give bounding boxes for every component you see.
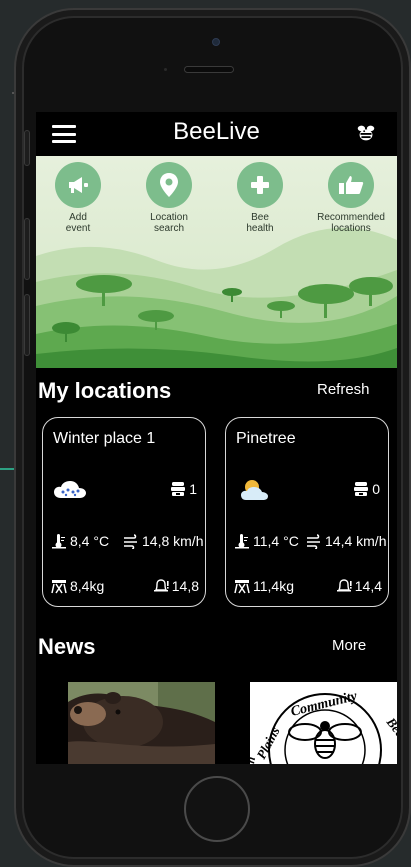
news-heading: News [38, 634, 96, 659]
proximity-sensor [164, 68, 167, 71]
app-screen: BeeLive Add event Location search Bee he… [36, 112, 397, 764]
more-news-button[interactable]: More [332, 637, 366, 654]
quick-action-label: Add event [65, 212, 91, 234]
location-card[interactable]: Pinetree 0 11,4 °C 14,4 km/h 11,4kg 14,4 [225, 417, 389, 607]
alert-reading: 14,4 [336, 578, 382, 594]
alert-reading: 14,8 [153, 578, 199, 594]
weight-reading: 11,4kg [234, 578, 294, 594]
thermometer-icon [235, 534, 249, 549]
location-name: Pinetree [236, 430, 296, 447]
bear-photo [68, 682, 215, 764]
front-camera [212, 38, 220, 46]
location-name: Winter place 1 [53, 430, 156, 447]
quick-action-location-search[interactable]: Location search [129, 162, 209, 234]
hive-count: 1 [170, 481, 197, 497]
earpiece-speaker [184, 66, 234, 73]
snow-cloud-icon [54, 481, 86, 498]
thumbs-up-icon [328, 162, 374, 208]
hive-count: 0 [353, 481, 380, 497]
quick-action-add-event[interactable]: Add event [38, 162, 118, 234]
scale-icon [51, 580, 67, 594]
plus-icon [237, 162, 283, 208]
hero-banner: Add event Location search Bee health Rec… [36, 156, 397, 368]
bell-alert-icon [336, 579, 352, 592]
volume-down-button [24, 294, 30, 356]
hive-icon [354, 482, 369, 496]
news-item-bear-photo[interactable] [68, 682, 215, 764]
refresh-button[interactable]: Refresh [317, 381, 370, 398]
wind-reading: 14,8 km/h [123, 533, 203, 549]
volume-up-button [24, 218, 30, 280]
hive-icon [171, 482, 186, 496]
weight-reading: 8,4kg [51, 578, 104, 594]
mute-switch [24, 130, 30, 166]
quick-action-label: Location search [150, 212, 188, 234]
quick-action-label: Recommended locations [317, 212, 385, 234]
wind-reading: 14,4 km/h [306, 533, 386, 549]
community-beekeepers-logo: Community Beekeep Plains h [250, 682, 397, 764]
news-item-community-beekeepers[interactable]: Community Beekeep Plains h [250, 682, 397, 764]
my-locations-heading: My locations [38, 378, 172, 403]
quick-action-recommended-locations[interactable]: Recommended locations [311, 162, 391, 234]
temperature-reading: 11,4 °C [234, 533, 299, 549]
wind-icon [307, 534, 320, 549]
megaphone-icon [55, 162, 101, 208]
bell-alert-icon [153, 579, 169, 592]
partly-cloudy-icon [241, 480, 268, 500]
top-app-bar: BeeLive [36, 112, 397, 156]
home-button[interactable] [184, 776, 250, 842]
scale-icon [234, 580, 250, 594]
thermometer-icon [52, 534, 66, 549]
map-pin-icon [146, 162, 192, 208]
wind-icon [124, 534, 137, 549]
quick-action-label: Bee health [246, 212, 274, 234]
location-card[interactable]: Winter place 1 1 8,4 °C 14,8 km/h 8,4kg … [42, 417, 206, 607]
quick-action-bee-health[interactable]: Bee health [220, 162, 300, 234]
bee-icon[interactable] [355, 122, 377, 144]
temperature-reading: 8,4 °C [51, 533, 109, 549]
app-title: BeeLive [173, 118, 260, 145]
